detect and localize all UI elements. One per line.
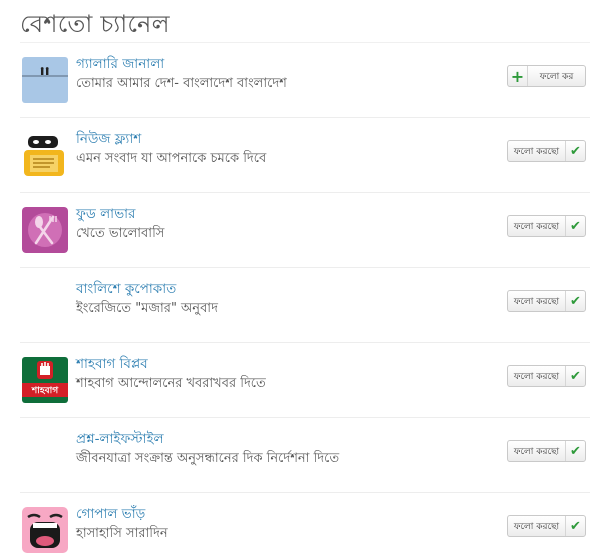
channel-row: নিউজ ফ্ল্যাশ এমন সংবাদ যা আপনাকে চমকে দি…: [20, 117, 590, 192]
check-icon: ✔: [565, 441, 585, 461]
following-button[interactable]: ফলো করছো ✔: [507, 365, 586, 387]
channel-description: শাহবাগ আন্দোলনের খবরাখবর দিতে: [76, 376, 266, 391]
channel-row: গ্যালারি জানালা তোমার আমার দেশ- বাংলাদেশ…: [20, 42, 590, 117]
channel-row: শাহবাগ শাহবাগ বিপ্লব শাহবাগ আন্দোলনের খব…: [20, 342, 590, 417]
channel-title[interactable]: শাহবাগ বিপ্লব: [76, 353, 148, 376]
channel-description: ইংরেজিতে "মজার" অনুবাদ: [76, 301, 218, 316]
following-button-label: ফলো করছো: [513, 221, 560, 232]
check-icon: ✔: [565, 216, 585, 236]
shahbag-avatar[interactable]: শাহবাগ: [22, 357, 68, 403]
channel-description: জীবনযাত্রা সংক্রান্ত অনুসন্ধানের দিক নির…: [76, 451, 340, 466]
channel-title[interactable]: গ্যালারি জানালা: [76, 53, 164, 76]
channel-description: এমন সংবাদ যা আপনাকে চমকে দিবে: [76, 151, 267, 166]
following-button-label: ফলো করছো: [513, 296, 560, 307]
following-button-label: ফলো করছো: [513, 446, 560, 457]
channel-description: হাসাহাসি সারাদিন: [76, 526, 168, 541]
channel-title[interactable]: প্রশ্ন-লাইফস্টাইল: [76, 428, 164, 451]
following-button-label: ফলো করছো: [513, 521, 560, 532]
following-button[interactable]: ফলো করছো ✔: [507, 440, 586, 462]
channel-title[interactable]: নিউজ ফ্ল্যাশ: [76, 128, 141, 151]
following-button-label: ফলো করছো: [513, 146, 560, 157]
page-title: বেশতো চ্যানেল: [20, 10, 170, 38]
follow-button-label: ফলো কর: [539, 71, 574, 82]
following-button[interactable]: ফলো করছো ✔: [507, 140, 586, 162]
channel-title[interactable]: গোপাল ভাঁড়: [76, 503, 145, 526]
check-icon: ✔: [565, 516, 585, 536]
news-flash-avatar[interactable]: [22, 132, 68, 178]
channel-row: প্রশ্ন-লাইফস্টাইল জীবনযাত্রা সংক্রান্ত অ…: [20, 417, 590, 492]
check-icon: ✔: [565, 141, 585, 161]
channel-title[interactable]: বাংলিশে কুপোকাত: [76, 278, 176, 301]
channel-title[interactable]: ফুড লাভার: [76, 203, 135, 226]
check-icon: ✔: [565, 366, 585, 386]
laughing-face-avatar[interactable]: [22, 507, 68, 553]
channel-row: বাংলিশে কুপোকাত ইংরেজিতে "মজার" অনুবাদ ফ…: [20, 267, 590, 342]
food-lover-avatar[interactable]: [22, 207, 68, 253]
follow-button[interactable]: + ফলো কর: [507, 65, 586, 87]
gallery-birds-avatar[interactable]: [22, 57, 68, 103]
following-button-label: ফলো করছো: [513, 371, 560, 382]
plus-icon: +: [508, 66, 528, 86]
shahbag-avatar-text: শাহবাগ: [31, 386, 59, 396]
channel-row: গোপাল ভাঁড় হাসাহাসি সারাদিন ফলো করছো ✔: [20, 492, 590, 560]
channel-row: ফুড লাভার খেতে ভালোবাসি ফলো করছো ✔: [20, 192, 590, 267]
blank-avatar: [22, 282, 68, 328]
check-icon: ✔: [565, 291, 585, 311]
channel-description: খেতে ভালোবাসি: [76, 226, 165, 241]
channel-list: গ্যালারি জানালা তোমার আমার দেশ- বাংলাদেশ…: [20, 42, 590, 560]
following-button[interactable]: ফলো করছো ✔: [507, 215, 586, 237]
following-button[interactable]: ফলো করছো ✔: [507, 515, 586, 537]
blank-avatar: [22, 432, 68, 478]
following-button[interactable]: ফলো করছো ✔: [507, 290, 586, 312]
channel-description: তোমার আমার দেশ- বাংলাদেশ বাংলাদেশ: [76, 76, 287, 91]
